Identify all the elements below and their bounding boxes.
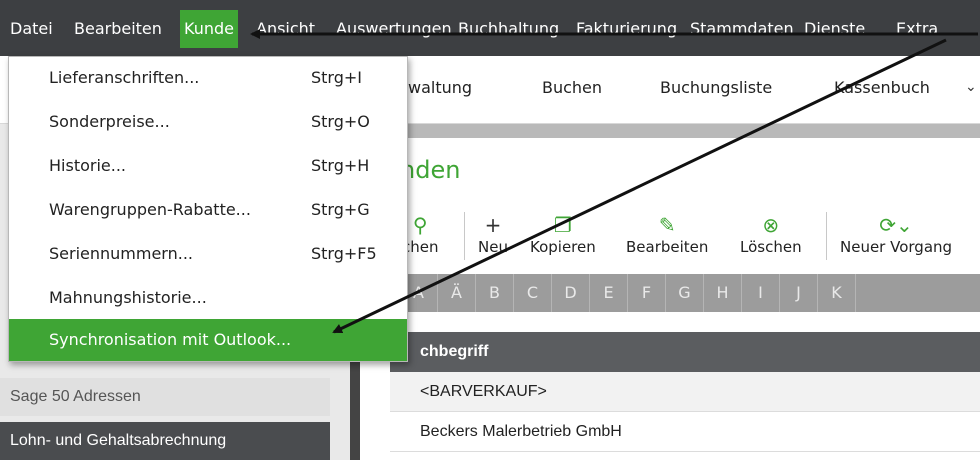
edit-icon: ✎ <box>658 213 676 237</box>
copy-icon: ❐ <box>553 213 572 237</box>
kunde-dropdown-menu: Lieferanschriften... Strg+I Sonderpreise… <box>8 56 408 362</box>
divider <box>464 212 465 260</box>
menu-item-lieferanschriften[interactable]: Lieferanschriften... Strg+I <box>9 57 407 99</box>
menu-datei[interactable]: Datei <box>6 10 57 48</box>
tab-kassenbuch[interactable]: Kassenbuch <box>834 78 930 97</box>
table-row[interactable]: <BARVERKAUF> <box>390 372 980 412</box>
new-transaction-icon: ⟳⌄ <box>879 213 913 237</box>
alpha-c[interactable]: C <box>514 274 552 312</box>
content-top-strip <box>360 124 980 138</box>
menu-item-label: Warengruppen-Rabatte... <box>49 200 251 219</box>
alpha-g[interactable]: G <box>666 274 704 312</box>
shortcut-label: Strg+I <box>311 68 363 87</box>
menu-fakturierung[interactable]: Fakturierung <box>572 10 681 48</box>
edit-button[interactable]: ✎ Bearbeiten <box>626 212 708 256</box>
menu-item-label: Synchronisation mit Outlook... <box>49 330 292 349</box>
menu-item-label: Historie... <box>49 156 126 175</box>
shortcut-label: Strg+F5 <box>311 244 377 263</box>
tab-buchen[interactable]: Buchen <box>542 78 602 97</box>
tab-verwaltung[interactable]: waltung <box>408 78 472 97</box>
alpha-b[interactable]: B <box>476 274 514 312</box>
tab-buchungsliste[interactable]: Buchungsliste <box>660 78 772 97</box>
alpha-h[interactable]: H <box>704 274 742 312</box>
delete-button[interactable]: ⊗ Löschen <box>740 212 802 256</box>
menu-dienste[interactable]: Dienste <box>800 10 869 48</box>
menu-bar: Datei Bearbeiten Kunde Ansicht Auswertun… <box>0 0 980 56</box>
menu-item-historie[interactable]: Historie... Strg+H <box>9 145 407 187</box>
new-transaction-label: Neuer Vorgang <box>840 238 953 256</box>
menu-item-sonderpreise[interactable]: Sonderpreise... Strg+O <box>9 101 407 143</box>
menu-item-label: Seriennummern... <box>49 244 193 263</box>
menu-item-mahnungshistorie[interactable]: Mahnungshistorie... <box>9 277 407 319</box>
chevron-down-icon[interactable]: ⌄ <box>965 79 977 95</box>
delete-label: Löschen <box>740 238 802 256</box>
alphabet-filter: A Ä B C D E F G H I J K <box>400 274 980 312</box>
plus-icon: + <box>484 213 502 237</box>
menu-ansicht[interactable]: Ansicht <box>252 10 319 48</box>
page-title: nden <box>400 156 461 184</box>
alpha-k[interactable]: K <box>818 274 856 312</box>
menu-item-label: Lieferanschriften... <box>49 68 200 87</box>
alpha-e[interactable]: E <box>590 274 628 312</box>
new-button[interactable]: + Neu <box>478 212 508 256</box>
alpha-ae[interactable]: Ä <box>438 274 476 312</box>
edit-label: Bearbeiten <box>626 238 709 256</box>
menu-auswertungen[interactable]: Auswertungen <box>332 10 456 48</box>
divider <box>826 212 827 260</box>
copy-button[interactable]: ❐ Kopieren <box>530 212 596 256</box>
alpha-i[interactable]: I <box>742 274 780 312</box>
shortcut-label: Strg+G <box>311 200 370 219</box>
sidebar-item-sage-adressen[interactable]: Sage 50 Adressen <box>0 378 330 416</box>
alpha-d[interactable]: D <box>552 274 590 312</box>
menu-item-seriennummern[interactable]: Seriennummern... Strg+F5 <box>9 233 407 275</box>
shortcut-label: Strg+O <box>311 112 370 131</box>
delete-icon: ⊗ <box>762 213 780 237</box>
main-content: nden ⚲ chen + Neu ❐ Kopieren ✎ Bearbeite… <box>350 124 980 460</box>
menu-stammdaten[interactable]: Stammdaten <box>686 10 798 48</box>
menu-bearbeiten[interactable]: Bearbeiten <box>70 10 166 48</box>
menu-extra[interactable]: Extra <box>892 10 942 48</box>
copy-label: Kopieren <box>530 238 596 256</box>
new-label: Neu <box>478 238 508 256</box>
menu-item-label: Sonderpreise... <box>49 112 170 131</box>
alpha-j[interactable]: J <box>780 274 818 312</box>
menu-item-label: Mahnungshistorie... <box>49 288 207 307</box>
shortcut-label: Strg+H <box>311 156 370 175</box>
table-row[interactable]: Beckers Malerbetrieb GmbH <box>390 412 980 452</box>
sidebar-item-lohn[interactable]: Lohn- und Gehaltsabrechnung <box>0 422 330 460</box>
menu-item-synchronisation-outlook[interactable]: Synchronisation mit Outlook... <box>9 319 407 361</box>
grid-column-header[interactable]: chbegriff <box>390 332 980 372</box>
alpha-f[interactable]: F <box>628 274 666 312</box>
new-transaction-button[interactable]: ⟳⌄ Neuer Vorgang <box>840 212 952 256</box>
menu-buchhaltung[interactable]: Buchhaltung <box>454 10 563 48</box>
menu-kunde[interactable]: Kunde <box>180 10 238 48</box>
menu-item-warengruppen-rabatte[interactable]: Warengruppen-Rabatte... Strg+G <box>9 189 407 231</box>
